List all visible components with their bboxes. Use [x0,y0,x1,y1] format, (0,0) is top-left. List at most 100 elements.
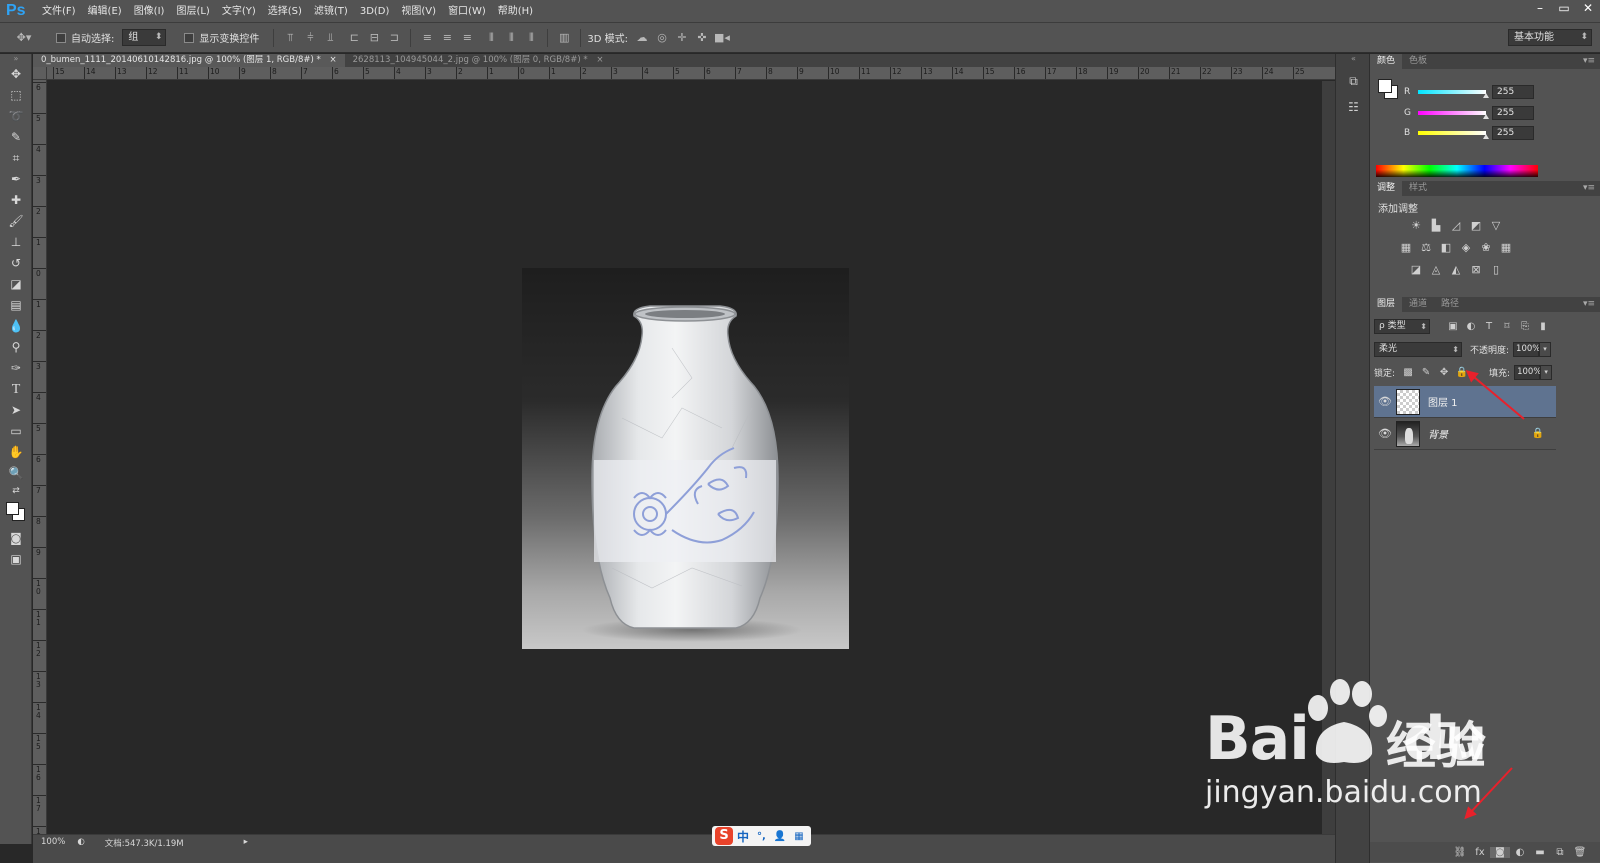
tab-document-2[interactable]: 2628113_104945044_2.jpg @ 100% (图层 0, RG… [344,54,612,67]
filter-type-icon[interactable]: T [1480,321,1498,332]
3d-slide-icon[interactable]: ✜ [694,31,710,45]
type-tool-icon[interactable]: T [0,379,32,400]
ime-punctuation-icon[interactable]: °, [753,831,770,842]
3d-pan-icon[interactable]: ✛ [674,31,690,45]
lock-transparent-icon[interactable]: ▩ [1399,367,1417,378]
distribute-left-icon[interactable]: ⦀ [483,31,499,45]
black-white-icon[interactable]: ◧ [1436,240,1456,256]
filter-shape-icon[interactable]: ⌑ [1498,321,1516,332]
zoom-level[interactable]: 100% [33,837,65,847]
opacity-input[interactable]: 100% [1513,341,1540,357]
ime-toolbox-icon[interactable]: ▦ [790,831,807,842]
align-top-icon[interactable]: ⫪ [282,31,298,45]
lock-position-icon[interactable]: ✥ [1435,367,1453,378]
dock-collapse-icon[interactable]: « [1336,54,1371,64]
distribute-hcenter-icon[interactable]: ⦀ [503,31,519,45]
layer-filter-dropdown[interactable]: ρ 类型 [1374,318,1430,334]
healing-brush-tool-icon[interactable]: ✚ [0,190,32,211]
auto-select-checkbox[interactable] [56,32,66,43]
filter-adjustment-icon[interactable]: ◐ [1462,321,1480,332]
move-tool-preset-icon[interactable]: ✥▾ [16,31,32,45]
blue-value-input[interactable]: 255 [1492,126,1534,140]
menu-layer[interactable]: 图层(L) [170,0,215,23]
properties-panel-icon[interactable]: ☷ [1336,94,1371,120]
pen-tool-icon[interactable]: ✑ [0,358,32,379]
ime-user-icon[interactable]: 👤 [770,831,790,842]
tab-styles[interactable]: 样式 [1402,181,1434,196]
red-value-input[interactable]: 255 [1492,85,1534,99]
layer-row-layer-1[interactable]: 👁 图层 1 [1374,386,1556,418]
sogou-ime-icon[interactable]: S [715,827,733,845]
close-button[interactable]: ✕ [1576,0,1600,18]
horizontal-ruler[interactable]: 15 14 13 12 11 10 9 8 7 6 5 4 3 2 1 0 1 2 3 4 5 6 7 8 9 10 11 12 13 1… [47,67,1335,80]
color-lookup-icon[interactable]: ▦ [1496,240,1516,256]
fill-input[interactable]: 100% [1514,364,1541,380]
new-group-icon[interactable]: ▬ [1530,847,1550,858]
eyedropper-tool-icon[interactable]: ✒ [0,169,32,190]
exposure-icon[interactable]: ◩ [1466,218,1486,234]
layer-row-background[interactable]: 👁 背景 🔒 [1374,418,1556,450]
eraser-tool-icon[interactable]: ◪ [0,274,32,295]
brush-tool-icon[interactable]: 🖌 [0,211,32,232]
menu-3d[interactable]: 3D(D) [354,0,396,23]
canvas-area[interactable] [48,81,1322,834]
quick-select-tool-icon[interactable]: ✎ [0,127,32,148]
vibrance-icon[interactable]: ▽ [1486,218,1506,234]
marquee-tool-icon[interactable]: ⬚ [0,85,32,106]
layer-name[interactable]: 背景 [1428,426,1448,441]
levels-icon[interactable]: ▙ [1426,218,1446,234]
hand-tool-icon[interactable]: ✋ [0,442,32,463]
menu-type[interactable]: 文字(Y) [216,0,262,23]
channel-mixer-icon[interactable]: ❀ [1476,240,1496,256]
align-right-icon[interactable]: ⊐ [386,31,402,45]
menu-view[interactable]: 视图(V) [395,0,442,23]
menu-filter[interactable]: 滤镜(T) [308,0,354,23]
color-swatches[interactable] [0,498,32,528]
align-bottom-icon[interactable]: ⫫ [322,31,338,45]
auto-select-dropdown[interactable]: 组 [122,29,167,46]
close-icon[interactable]: × [329,55,336,65]
quick-mask-icon[interactable]: ◙ [0,528,32,549]
distribute-right-icon[interactable]: ⦀ [523,31,539,45]
foreground-color-swatch[interactable] [1378,79,1392,93]
history-panel-icon[interactable]: ⧉ [1336,68,1371,94]
3d-orbit-icon[interactable]: ☁ [634,31,650,45]
workspace-dropdown[interactable]: 基本功能 [1508,29,1592,46]
lock-pixels-icon[interactable]: ✎ [1417,367,1435,378]
clone-stamp-tool-icon[interactable]: ⊥ [0,232,32,253]
3d-scale-icon[interactable]: ■◂ [714,31,730,45]
toolbar-grip[interactable]: » [0,54,32,64]
delete-layer-icon[interactable]: 🗑 [1570,847,1590,858]
menu-window[interactable]: 窗口(W) [442,0,492,23]
filter-toggle-icon[interactable]: ▮ [1534,321,1552,332]
menu-file[interactable]: 文件(F) [36,0,82,23]
menu-help[interactable]: 帮助(H) [492,0,539,23]
add-mask-icon[interactable]: ◙ [1490,846,1510,858]
new-layer-icon[interactable]: ⧉ [1550,847,1570,858]
green-slider[interactable] [1418,111,1489,119]
tab-swatches[interactable]: 色板 [1402,54,1434,69]
menu-image[interactable]: 图像(I) [128,0,171,23]
threshold-icon[interactable]: ◭ [1446,262,1466,278]
auto-align-icon[interactable]: ▥ [556,31,572,45]
filter-smart-object-icon[interactable]: ⎘ [1516,321,1534,332]
gradient-map-icon[interactable]: ▯ [1486,262,1506,278]
curves-icon[interactable]: ◿ [1446,218,1466,234]
green-value-input[interactable]: 255 [1492,106,1534,120]
visibility-eye-icon[interactable]: 👁 [1374,395,1396,408]
shape-tool-icon[interactable]: ▭ [0,421,32,442]
close-icon[interactable]: × [596,55,603,65]
vertical-ruler[interactable]: 65432101234567891 01 11 21 31 41 51 61 7… [33,80,47,834]
status-info-icon[interactable]: ◐ [77,837,84,847]
invert-icon[interactable]: ◪ [1406,262,1426,278]
photo-filter-icon[interactable]: ◈ [1456,240,1476,256]
selective-color-icon[interactable]: ⊠ [1466,262,1486,278]
panel-menu-icon[interactable]: ▾≡ [1583,297,1595,312]
gradient-tool-icon[interactable]: ▤ [0,295,32,316]
menu-edit[interactable]: 编辑(E) [82,0,128,23]
minimize-button[interactable]: – [1528,0,1552,18]
color-spectrum[interactable] [1376,165,1538,177]
status-menu-arrow-icon[interactable]: ▸ [236,837,248,847]
red-slider[interactable] [1418,90,1489,98]
tab-color[interactable]: 颜色 [1370,54,1403,69]
